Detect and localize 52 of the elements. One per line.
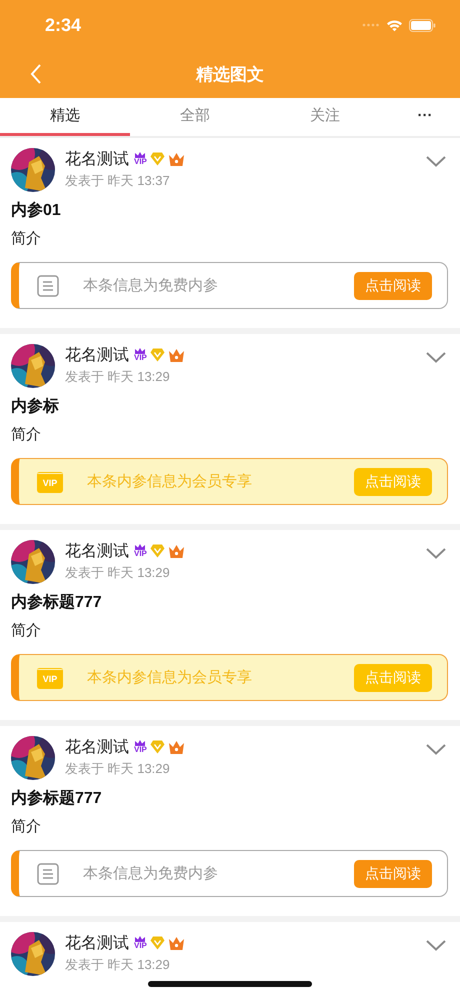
diamond-icon: [150, 544, 165, 558]
diamond-icon: [150, 348, 165, 362]
signal-icon: [362, 23, 380, 27]
document-icon: [37, 862, 59, 884]
author-name[interactable]: 花名测试: [65, 344, 129, 366]
notice-text: 本条内参信息为会员专享: [87, 668, 253, 687]
post-title[interactable]: 内参01: [11, 200, 448, 221]
author-name[interactable]: 花名测试: [65, 932, 129, 954]
notice-text: 本条信息为免费内参: [83, 276, 219, 295]
notice-text: 本条内参信息为会员专享: [87, 472, 253, 491]
author-name[interactable]: 花名测试: [65, 736, 129, 758]
wifi-icon: [386, 18, 403, 32]
chevron-down-icon[interactable]: [426, 548, 446, 559]
author-name[interactable]: 花名测试: [65, 148, 129, 170]
post-time: 发表于 昨天 13:29: [65, 564, 171, 582]
document-icon: [37, 274, 59, 296]
battery-icon: [409, 18, 436, 32]
page-title: 精选图文: [196, 64, 264, 86]
vip-badge: VIP: [134, 740, 147, 754]
crown-icon: [168, 152, 185, 166]
vip-badge: VIP: [134, 348, 147, 362]
crown-icon: [168, 740, 185, 754]
post-title[interactable]: 内参标: [11, 396, 448, 417]
post-time: 发表于 昨天 13:37: [65, 172, 171, 190]
post-title[interactable]: 内参标题777: [11, 592, 448, 613]
crown-icon: [168, 544, 185, 558]
chevron-down-icon[interactable]: [426, 940, 446, 951]
vip-badge: VIP: [134, 544, 147, 558]
post-intro: 简介: [11, 621, 42, 640]
notice-text: 本条信息为免费内参: [83, 864, 219, 883]
diamond-icon: [150, 152, 165, 166]
diamond-icon: [150, 740, 165, 754]
crown-icon: [168, 936, 185, 950]
post-intro: 简介: [11, 425, 42, 444]
chevron-down-icon[interactable]: [426, 156, 446, 167]
post-time: 发表于 昨天 13:29: [65, 760, 171, 778]
diamond-icon: [150, 936, 165, 950]
status-time: 2:34: [45, 14, 82, 36]
chevron-down-icon[interactable]: [426, 744, 446, 755]
vip-badge: VIP: [134, 936, 147, 950]
vip-card-icon: VIP: [37, 470, 63, 492]
post-time: 发表于 昨天 13:29: [65, 368, 171, 386]
post-title[interactable]: 内参标题777: [11, 788, 448, 809]
chevron-down-icon[interactable]: [426, 352, 446, 363]
vip-badge: VIP: [134, 152, 147, 166]
author-name[interactable]: 花名测试: [65, 540, 129, 562]
post-time: 发表于 昨天 13:29: [65, 956, 171, 974]
vip-card-icon: VIP: [37, 666, 63, 688]
post-intro: 简介: [11, 229, 42, 248]
crown-icon: [168, 348, 185, 362]
post-intro: 简介: [11, 817, 42, 836]
back-icon[interactable]: [30, 64, 42, 84]
